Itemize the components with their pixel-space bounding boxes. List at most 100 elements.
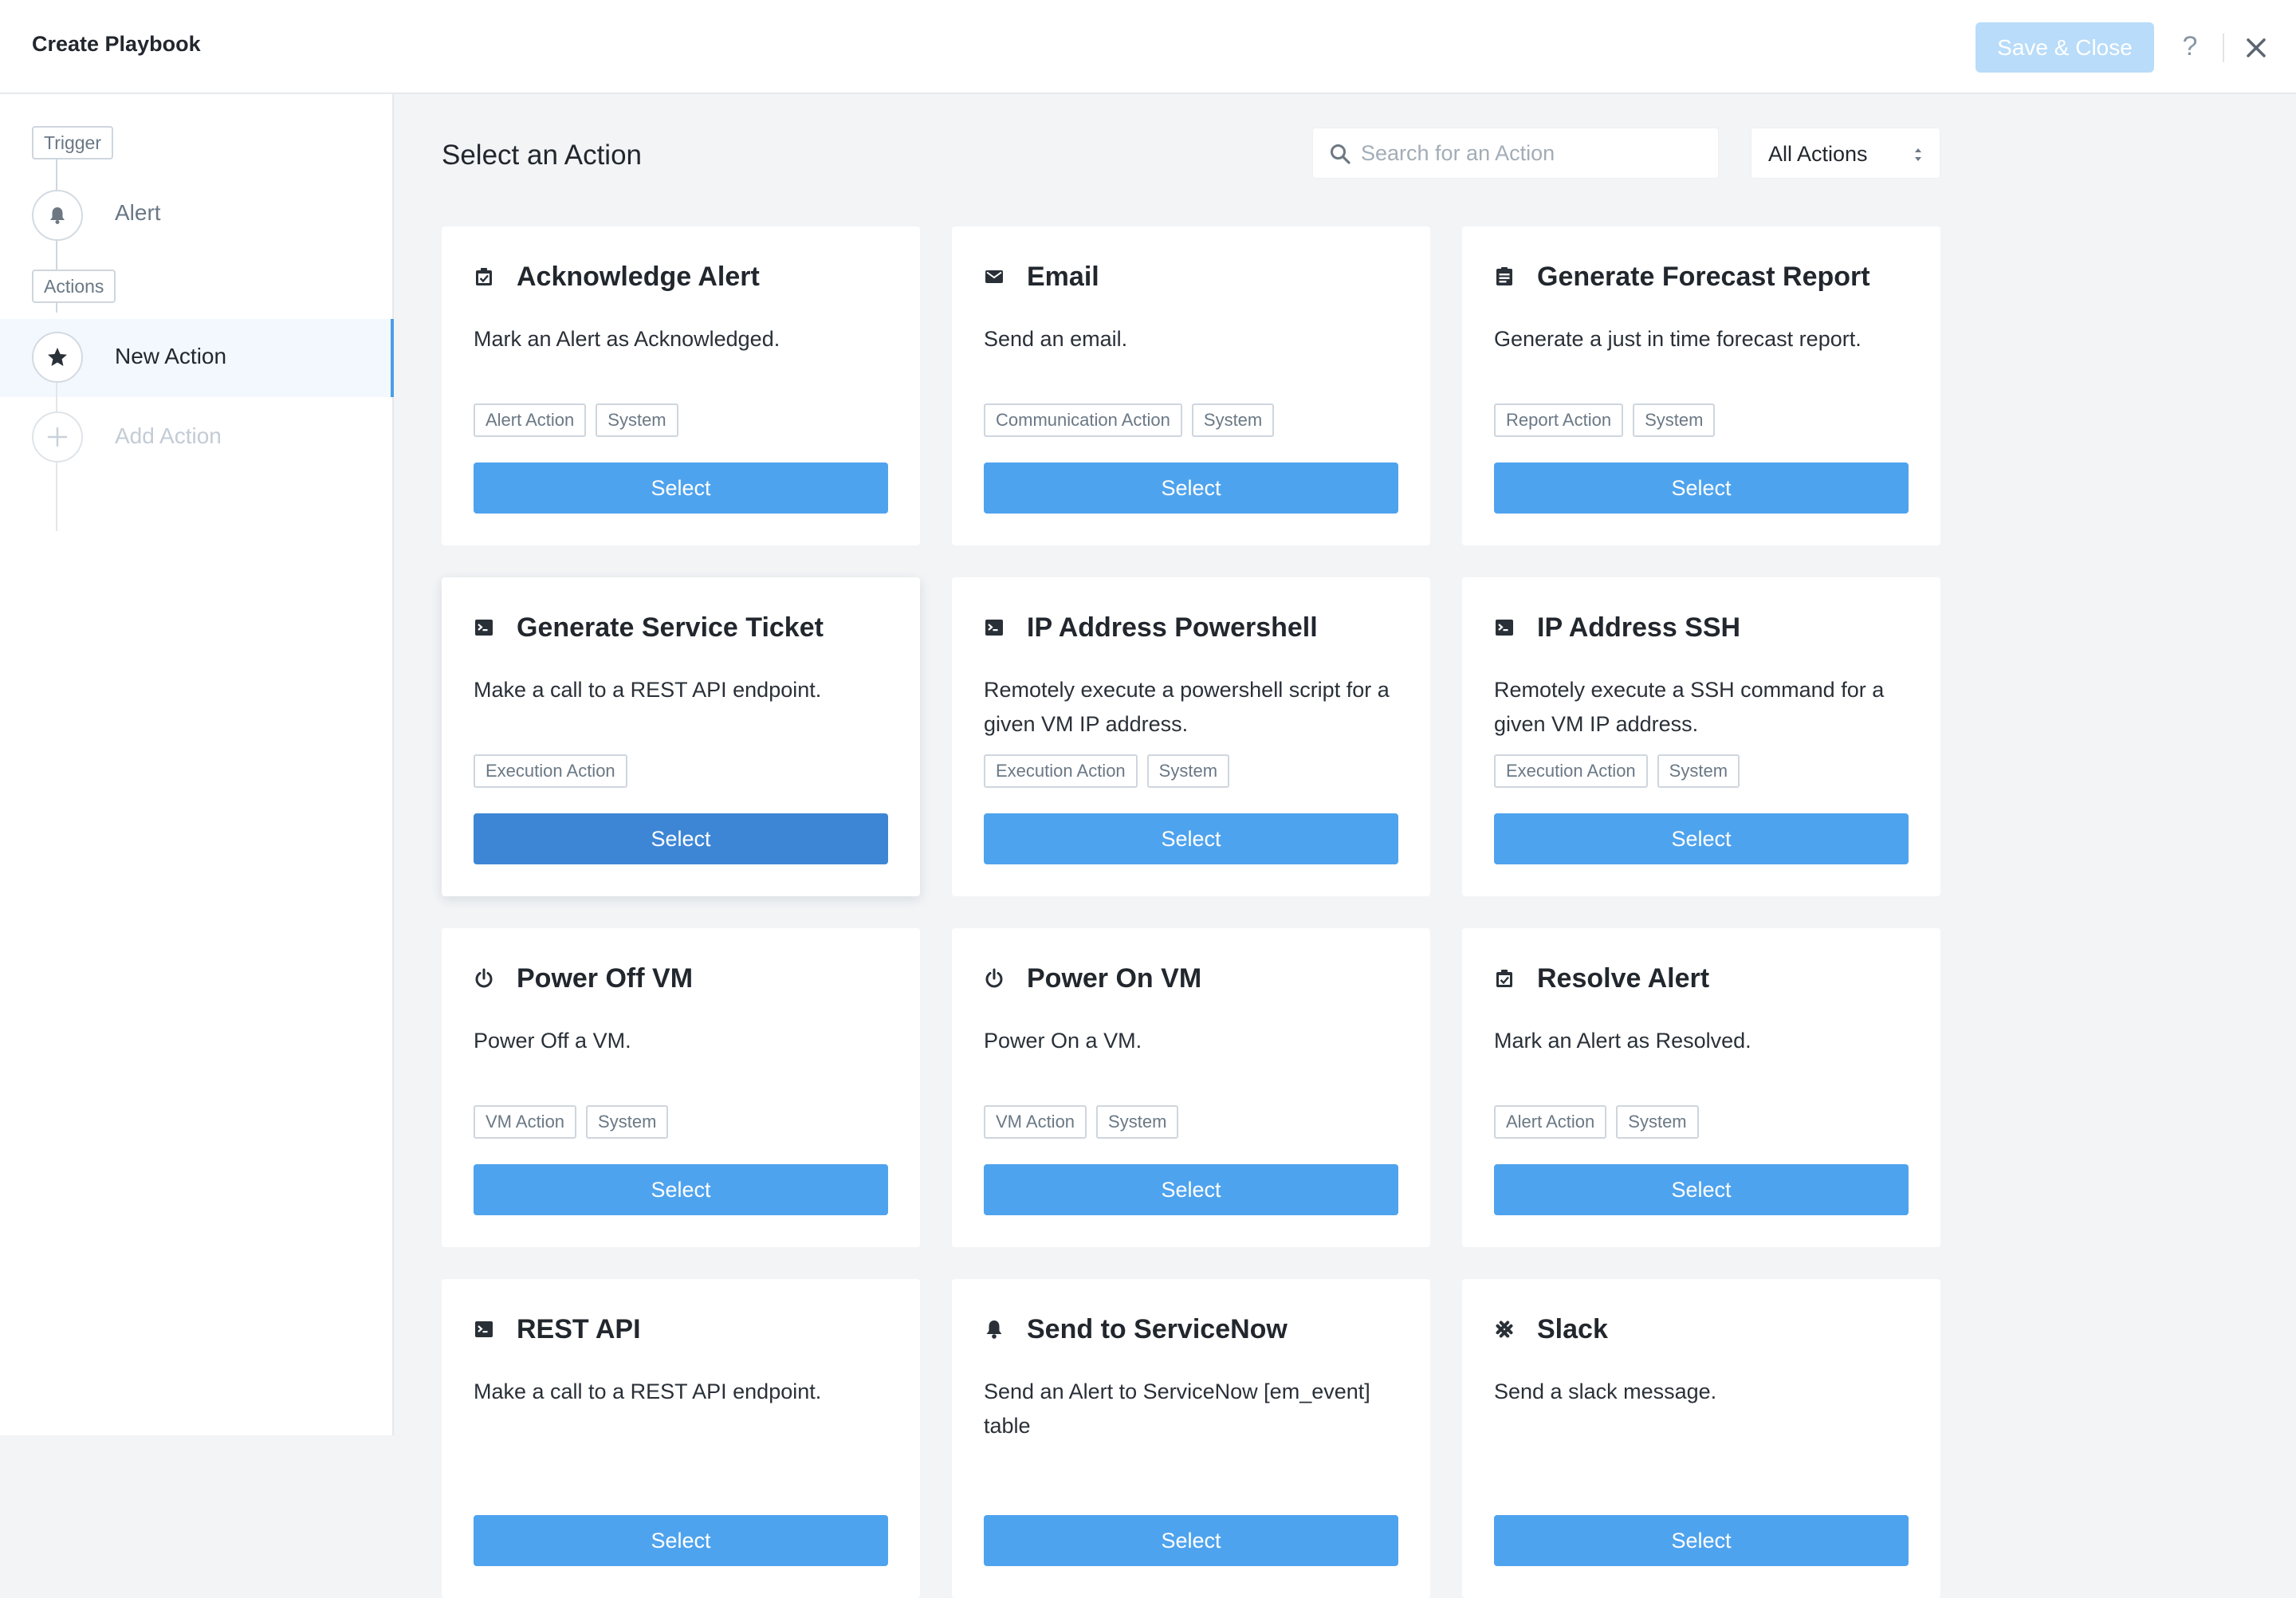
- select-arrows-icon: [1915, 148, 1921, 161]
- terminal-icon: [984, 617, 1005, 638]
- card-description: Remotely execute a SSH command for a giv…: [1494, 678, 1885, 736]
- new-action-node[interactable]: [32, 332, 83, 383]
- card-description: Generate a just in time forecast report.: [1494, 327, 1862, 351]
- category-tag: System: [596, 403, 678, 437]
- card-tags: Execution Action: [474, 754, 627, 788]
- card-tags: Alert Action System: [1494, 1105, 1699, 1139]
- category-tag: Alert Action: [474, 403, 587, 437]
- category-tag: Communication Action: [984, 403, 1182, 437]
- card-title: Acknowledge Alert: [517, 262, 760, 292]
- category-tag: Report Action: [1494, 403, 1624, 437]
- action-card[interactable]: Power On VM Power On a VM. VM Action System…: [952, 928, 1430, 1247]
- select-button[interactable]: Select: [474, 1164, 888, 1215]
- action-card[interactable]: Send to ServiceNow Send an Alert to Servi…: [952, 1279, 1430, 1598]
- select-button[interactable]: Select: [1494, 813, 1909, 864]
- bell-icon: [50, 207, 65, 224]
- card-title: IP Address SSH: [1537, 612, 1741, 643]
- search-box[interactable]: [1312, 128, 1719, 179]
- help-icon[interactable]: ?: [2178, 29, 2202, 64]
- select-button[interactable]: Select: [474, 462, 888, 514]
- playbook-sidebar: Trigger Alert Actions New Action Add Act…: [0, 94, 394, 1435]
- card-tags: Execution Action System: [1494, 754, 1740, 788]
- star-icon: [48, 348, 67, 366]
- card-title: Power On VM: [1027, 963, 1202, 994]
- select-button[interactable]: Select: [1494, 1164, 1909, 1215]
- action-card[interactable]: Generate Forecast Report Generate a just …: [1462, 226, 1940, 545]
- select-button[interactable]: Select: [984, 1164, 1398, 1215]
- card-description: Power On a VM.: [984, 1029, 1142, 1053]
- select-button[interactable]: Select: [1494, 462, 1909, 514]
- select-button[interactable]: Select: [984, 462, 1398, 514]
- card-description: Mark an Alert as Resolved.: [1494, 1029, 1751, 1053]
- card-description: Send an Alert to ServiceNow [em_event] t…: [984, 1380, 1370, 1438]
- power-icon: [984, 968, 1005, 989]
- header-divider: [2223, 33, 2224, 62]
- card-description: Send an email.: [984, 327, 1128, 351]
- power-icon: [474, 968, 494, 989]
- sidebar-item-alert[interactable]: Alert: [115, 200, 161, 226]
- select-button[interactable]: Select: [984, 1515, 1398, 1566]
- card-description: Make a call to a REST API endpoint.: [474, 678, 822, 702]
- action-card[interactable]: REST API Make a call to a REST API endpoi…: [442, 1279, 920, 1598]
- select-button[interactable]: Select: [984, 813, 1398, 864]
- page-title: Create Playbook: [32, 32, 201, 56]
- card-title: IP Address Powershell: [1027, 612, 1318, 643]
- action-card[interactable]: IP Address Powershell Remotely execute a …: [952, 577, 1430, 896]
- alert-node[interactable]: [32, 190, 83, 241]
- action-card[interactable]: Resolve Alert Mark an Alert as Resolved. A…: [1462, 928, 1940, 1247]
- slack-icon: [1494, 1319, 1515, 1340]
- sidebar-item-label: New Action: [115, 344, 227, 368]
- category-tag: System: [1616, 1105, 1699, 1139]
- category-tag: Execution Action: [474, 754, 627, 788]
- card-title: Resolve Alert: [1537, 963, 1710, 994]
- terminal-icon: [474, 617, 494, 638]
- search-input[interactable]: [1361, 135, 1704, 171]
- category-tag: System: [586, 1105, 669, 1139]
- search-icon: [1331, 144, 1350, 164]
- section-title: Select an Action: [442, 140, 642, 171]
- clipboard-check-icon: [1494, 968, 1515, 989]
- select-button[interactable]: Select: [474, 813, 888, 864]
- card-title: Slack: [1537, 1314, 1608, 1344]
- card-description: Make a call to a REST API endpoint.: [474, 1380, 822, 1403]
- save-close-button[interactable]: Save & Close: [1976, 22, 2154, 73]
- add-action-node[interactable]: [32, 411, 83, 462]
- card-description: Power Off a VM.: [474, 1029, 631, 1053]
- action-card[interactable]: IP Address SSH Remotely execute a SSH com…: [1462, 577, 1940, 896]
- header-bar: Create Playbook Save & Close ?: [0, 0, 2296, 94]
- action-card[interactable]: Power Off VM Power Off a VM. VM Action Syst…: [442, 928, 920, 1247]
- plus-icon: [47, 427, 68, 447]
- category-tag: Execution Action: [984, 754, 1138, 788]
- select-button[interactable]: Select: [1494, 1515, 1909, 1566]
- action-filter-select[interactable]: All Actions: [1751, 128, 1940, 179]
- card-title: Generate Service Ticket: [517, 612, 824, 643]
- envelope-icon: [984, 266, 1005, 287]
- action-card[interactable]: Slack Send a slack message. Select: [1462, 1279, 1940, 1598]
- card-tags: Communication Action System: [984, 403, 1275, 437]
- card-title: Generate Forecast Report: [1537, 262, 1870, 292]
- add-action-link[interactable]: Add Action: [115, 423, 222, 449]
- card-tags: Alert Action System: [474, 403, 678, 437]
- close-icon[interactable]: [2242, 33, 2270, 62]
- terminal-icon: [1494, 617, 1515, 638]
- terminal-icon: [474, 1319, 494, 1340]
- card-tags: Report Action System: [1494, 403, 1716, 437]
- select-button[interactable]: Select: [474, 1515, 888, 1566]
- card-title: Email: [1027, 262, 1099, 292]
- category-tag: VM Action: [984, 1105, 1087, 1139]
- trigger-label: Trigger: [32, 126, 113, 159]
- category-tag: System: [1191, 403, 1275, 437]
- clipboard-check-icon: [474, 266, 494, 287]
- card-title: Power Off VM: [517, 963, 694, 994]
- report-icon: [1494, 266, 1515, 287]
- action-card[interactable]: Acknowledge Alert Mark an Alert as Acknow…: [442, 226, 920, 545]
- category-tag: System: [1096, 1105, 1179, 1139]
- card-title: Send to ServiceNow: [1027, 1314, 1288, 1344]
- card-description: Send a slack message.: [1494, 1380, 1717, 1403]
- action-card[interactable]: Generate Service Ticket Make a call to a …: [442, 577, 920, 896]
- card-tags: Execution Action System: [984, 754, 1230, 788]
- category-tag: System: [1146, 754, 1230, 788]
- filter-value: All Actions: [1768, 142, 1868, 166]
- category-tag: System: [1657, 754, 1740, 788]
- action-card[interactable]: Email Send an email. Communication Action S…: [952, 226, 1430, 545]
